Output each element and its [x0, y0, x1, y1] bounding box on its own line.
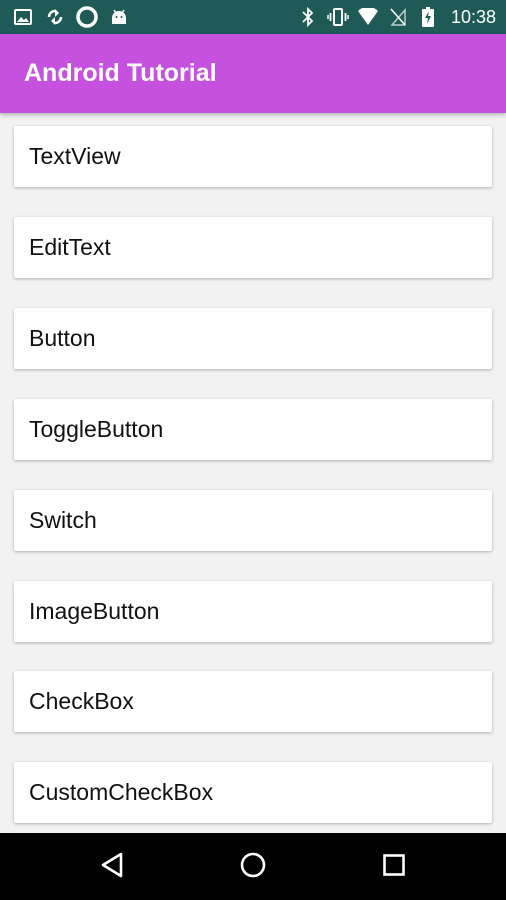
list-item-label: Switch [29, 507, 97, 533]
status-right-icons: 10:38 [297, 6, 496, 28]
battery-charging-icon [417, 6, 439, 28]
image-icon [12, 6, 34, 28]
recents-icon [382, 853, 406, 882]
home-icon [239, 851, 267, 884]
list-item-textview[interactable]: TextView [14, 126, 492, 187]
list-item-label: EditText [29, 234, 111, 260]
circle-notification-icon [76, 6, 98, 28]
home-button[interactable] [231, 845, 275, 889]
tutorial-list: TextView EditText Button ToggleButton Sw… [0, 113, 506, 833]
sync-icon [44, 6, 66, 28]
list-item-edittext[interactable]: EditText [14, 217, 492, 278]
list-item-label: TextView [29, 143, 121, 169]
status-left-icons [12, 6, 130, 28]
wifi-icon [357, 6, 379, 28]
list-item-label: Button [29, 325, 96, 351]
navigation-bar [0, 833, 506, 900]
app-title: Android Tutorial [24, 59, 217, 87]
android-icon [108, 6, 130, 28]
list-item-togglebutton[interactable]: ToggleButton [14, 399, 492, 460]
list-item-label: ImageButton [29, 598, 160, 624]
status-bar: 10:38 [0, 0, 506, 34]
list-item-button[interactable]: Button [14, 308, 492, 369]
list-item-customcheckbox[interactable]: CustomCheckBox [14, 762, 492, 823]
list-item-label: CustomCheckBox [29, 779, 214, 805]
list-item-label: ToggleButton [29, 416, 164, 442]
vibrate-icon [327, 6, 349, 28]
app-bar: Android Tutorial [0, 34, 506, 113]
recents-button[interactable] [372, 845, 416, 889]
list-item-label: CheckBox [29, 688, 134, 714]
list-item-switch[interactable]: Switch [14, 490, 492, 551]
screen: 10:38 Android Tutorial TextView EditText… [0, 0, 506, 900]
no-sim-icon [387, 6, 409, 28]
bluetooth-icon [297, 6, 319, 28]
list-item-imagebutton[interactable]: ImageButton [14, 581, 492, 642]
back-button[interactable] [90, 845, 134, 889]
status-time: 10:38 [450, 6, 496, 27]
back-icon [99, 851, 125, 884]
list-item-checkbox[interactable]: CheckBox [14, 671, 492, 732]
